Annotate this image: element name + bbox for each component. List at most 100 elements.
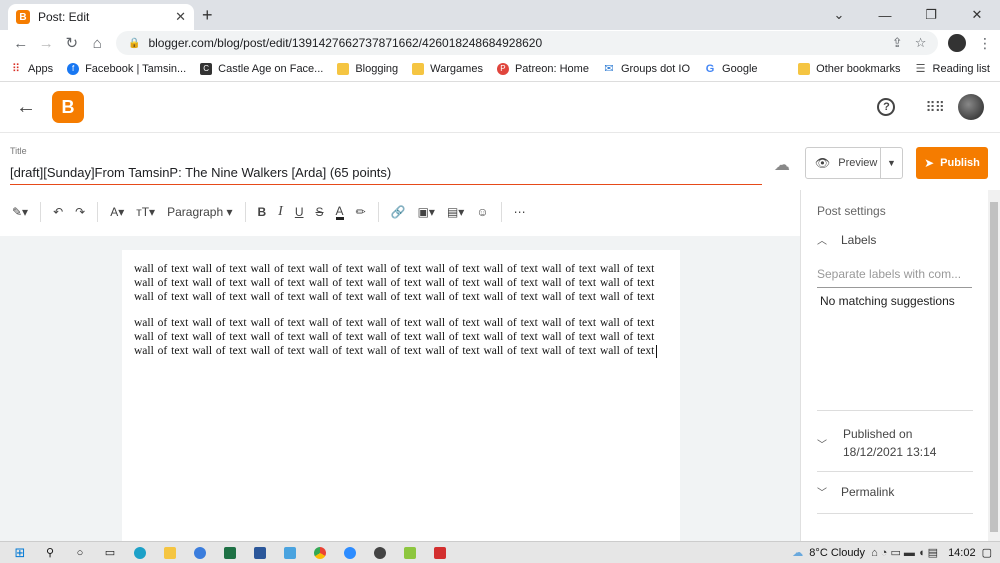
- post-settings-sidebar: Post settings ︿ Labels Separate labels w…: [800, 190, 988, 541]
- text-caret: [656, 344, 658, 358]
- word-icon[interactable]: [248, 545, 272, 561]
- bookmark-star-icon[interactable]: ☆: [915, 35, 927, 51]
- bookmark-wargames[interactable]: Wargames: [412, 62, 483, 75]
- italic-icon[interactable]: I: [278, 204, 283, 220]
- chevron-down-icon: ﹀: [817, 439, 827, 451]
- published-date: 18/12/2021 13:14: [843, 445, 937, 459]
- bookmark-blogging[interactable]: Blogging: [337, 62, 398, 75]
- weather-text[interactable]: 8°C Cloudy: [809, 547, 865, 559]
- clock[interactable]: 14:02: [948, 547, 976, 559]
- scrollbar-thumb[interactable]: [990, 202, 998, 532]
- close-window-button[interactable]: ✕: [954, 7, 1000, 23]
- sidebar-scrollbar[interactable]: [988, 190, 1000, 541]
- strikethrough-icon[interactable]: S: [316, 205, 324, 219]
- preview-label: Preview: [838, 157, 878, 169]
- minimize-button[interactable]: —: [862, 8, 908, 23]
- chrome-icon[interactable]: [308, 545, 332, 561]
- notifications-icon[interactable]: ▢: [982, 546, 992, 559]
- labels-input[interactable]: Separate labels with com...: [817, 267, 972, 288]
- underline-icon[interactable]: U: [295, 205, 304, 219]
- text-color-icon[interactable]: A: [335, 205, 344, 220]
- google-apps-icon[interactable]: ⠿⠿: [925, 99, 944, 116]
- new-tab-button[interactable]: +: [202, 5, 213, 26]
- post-title-input[interactable]: [draft][Sunday]From TamsinP: The Nine Wa…: [10, 165, 762, 185]
- cloud-weather-icon: ☁: [792, 547, 804, 559]
- avatar[interactable]: [958, 94, 984, 120]
- link-icon[interactable]: 🔗: [391, 205, 406, 219]
- more-options-icon[interactable]: ⋯: [514, 205, 526, 219]
- window-controls: ⌄ — ❐ ✕: [816, 0, 1000, 30]
- forward-arrow-icon[interactable]: →: [34, 35, 60, 52]
- bookmark-castle-age[interactable]: C Castle Age on Face...: [200, 62, 323, 75]
- windows-start-icon[interactable]: ⊞: [8, 545, 32, 561]
- editor-canvas: wall of text wall of text wall of text w…: [0, 236, 800, 541]
- folder-icon: [412, 62, 425, 75]
- app-icon[interactable]: [188, 545, 212, 561]
- publish-button[interactable]: ➤ Publish: [916, 147, 988, 179]
- reload-icon[interactable]: ↻: [59, 34, 85, 52]
- tab-search-icon[interactable]: ⌄: [816, 7, 862, 23]
- permalink-section[interactable]: ﹀ Permalink: [817, 472, 988, 500]
- emoji-icon[interactable]: ☺: [476, 205, 488, 219]
- acrobat-icon[interactable]: [428, 545, 452, 561]
- published-on-section[interactable]: ﹀ Published on 18/12/2021 13:14: [817, 410, 973, 461]
- cloud-saved-icon: ☁: [774, 157, 790, 174]
- preview-button[interactable]: 👁 Preview ▼: [805, 147, 903, 179]
- post-body-editor[interactable]: wall of text wall of text wall of text w…: [122, 250, 680, 541]
- excel-icon[interactable]: [218, 545, 242, 561]
- blogger-logo-icon[interactable]: B: [52, 91, 84, 123]
- mail-icon: ✉: [604, 63, 614, 75]
- tray-icons[interactable]: ⌂ ◔ ▭ ▬ ◖ ▤: [871, 546, 938, 559]
- share-icon[interactable]: ⇪: [892, 35, 903, 51]
- tab-post-edit[interactable]: B Post: Edit ✕: [8, 4, 194, 30]
- font-icon[interactable]: A▾: [110, 205, 124, 219]
- bookmark-groups-io[interactable]: ✉ Groups dot IO: [603, 63, 690, 76]
- castle-age-icon: C: [200, 62, 213, 75]
- paragraph-style-select[interactable]: Paragraph ▾: [167, 205, 232, 219]
- calculator-icon[interactable]: [278, 545, 302, 561]
- preview-dropdown-icon[interactable]: ▼: [880, 148, 902, 178]
- reading-list[interactable]: ☰ Reading list: [915, 63, 990, 76]
- bookmark-patreon[interactable]: P Patreon: Home: [496, 62, 589, 75]
- lock-icon[interactable]: 🔒: [128, 38, 140, 49]
- bookmark-facebook[interactable]: f Facebook | Tamsin...: [67, 62, 186, 75]
- chrome-menu-icon[interactable]: ⋮: [978, 35, 992, 52]
- other-bookmarks[interactable]: Other bookmarks: [798, 62, 901, 75]
- paint-icon[interactable]: [398, 545, 422, 561]
- blogger-favicon-icon: B: [16, 10, 30, 24]
- profile-avatar[interactable]: [948, 34, 966, 52]
- address-bar[interactable]: 🔒 blogger.com/blog/post/edit/13914276627…: [116, 31, 939, 55]
- tab-title: Post: Edit: [38, 10, 90, 24]
- back-arrow-icon[interactable]: ←: [16, 96, 44, 119]
- cortana-icon[interactable]: ○: [68, 545, 92, 561]
- body-paragraph: wall of text wall of text wall of text w…: [134, 316, 668, 358]
- redo-icon[interactable]: ↷: [75, 205, 85, 219]
- media-icon[interactable]: [368, 545, 392, 561]
- highlight-icon[interactable]: ✏: [356, 205, 366, 219]
- edge-icon[interactable]: [128, 545, 152, 561]
- bookmark-apps[interactable]: ⠿ Apps: [10, 63, 53, 76]
- file-explorer-icon[interactable]: [158, 545, 182, 561]
- undo-icon[interactable]: ↶: [53, 205, 63, 219]
- zoom-icon[interactable]: [338, 545, 362, 561]
- search-icon[interactable]: ⚲: [38, 545, 62, 561]
- bookmark-google[interactable]: G Google: [704, 63, 758, 75]
- home-icon[interactable]: ⌂: [85, 35, 111, 52]
- help-icon[interactable]: ?: [877, 98, 896, 116]
- compose-mode-icon[interactable]: ✎▾: [12, 205, 28, 219]
- reading-list-icon: ☰: [915, 63, 926, 75]
- bold-icon[interactable]: B: [258, 205, 267, 219]
- title-row: Title [draft][Sunday]From TamsinP: The N…: [0, 132, 1000, 190]
- back-arrow-icon[interactable]: ←: [8, 35, 34, 52]
- browser-toolbar: ← → ↻ ⌂ 🔒 blogger.com/blog/post/edit/139…: [0, 30, 1000, 56]
- labels-section-toggle[interactable]: ︿ Labels: [817, 232, 988, 248]
- image-icon[interactable]: ▣▾: [418, 205, 435, 219]
- task-view-icon[interactable]: ▭: [98, 545, 122, 561]
- eye-icon: 👁: [815, 156, 831, 170]
- preview-main-button[interactable]: 👁 Preview: [806, 148, 880, 178]
- restore-button[interactable]: ❐: [908, 7, 954, 23]
- tab-close-icon[interactable]: ✕: [175, 9, 186, 25]
- font-size-icon[interactable]: тT▾: [136, 205, 155, 219]
- video-icon[interactable]: ▤▾: [447, 205, 464, 219]
- post-settings-heading: Post settings: [817, 204, 886, 218]
